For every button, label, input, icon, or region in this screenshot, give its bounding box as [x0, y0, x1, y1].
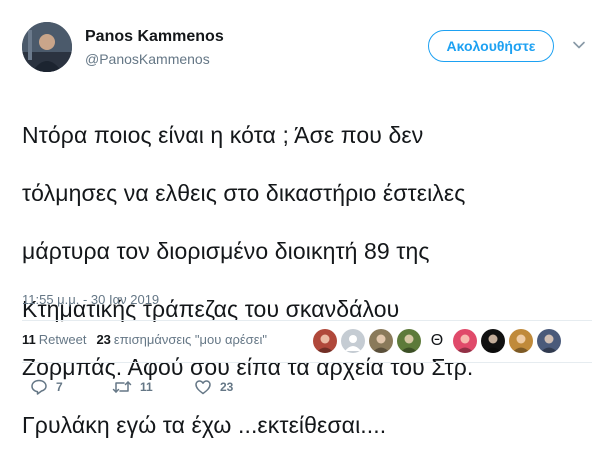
follow-button[interactable]: Ακολουθήστε	[428, 30, 554, 62]
liker-avatar[interactable]: Θ	[425, 329, 449, 353]
photo-avatar-icon	[316, 334, 334, 353]
reply-button[interactable]: 7	[30, 378, 112, 396]
liker-avatar[interactable]	[369, 329, 393, 353]
tweet-actions: 7 11 23	[30, 378, 276, 396]
retweet-icon	[112, 381, 132, 393]
likes-stat[interactable]: 23 επισημάνσεις "μου αρέσει"	[96, 332, 267, 347]
photo-avatar-icon	[400, 334, 418, 353]
likers-avatars: Θ	[313, 329, 561, 353]
more-options-caret[interactable]	[568, 34, 590, 56]
photo-avatar-icon	[512, 334, 530, 353]
retweet-stat-count: 11	[22, 332, 36, 347]
likes-stat-label: επισημάνσεις "μου αρέσει"	[113, 332, 268, 347]
tweet-timestamp[interactable]: 11:55 μ.μ. - 30 Ιαν 2019	[22, 292, 159, 307]
author-name[interactable]: Panos Kammenos	[85, 28, 224, 46]
photo-avatar-icon	[372, 334, 390, 353]
retweet-count: 11	[140, 380, 153, 394]
tweet-line: Ντόρα ποιος είναι η κότα ; Άσε που δεν	[22, 122, 424, 148]
retweet-button[interactable]: 11	[112, 378, 194, 396]
theta-glyph: Θ	[430, 332, 444, 349]
liker-avatar[interactable]	[481, 329, 505, 353]
liker-avatar[interactable]	[509, 329, 533, 353]
photo-avatar-icon	[456, 334, 474, 353]
like-button[interactable]: 23	[194, 378, 276, 396]
follow-button-label: Ακολουθήστε	[446, 38, 536, 54]
retweet-stat[interactable]: 11 Retweet	[22, 332, 86, 347]
divider	[22, 362, 592, 363]
reply-icon	[31, 379, 47, 395]
liker-avatar[interactable]	[537, 329, 561, 353]
author-avatar[interactable]	[22, 22, 72, 72]
like-count: 23	[220, 380, 234, 394]
tweet-line: τόλμησες να ελθεις στο δικαστήριο έστειλ…	[22, 180, 466, 206]
chevron-down-icon	[573, 41, 585, 49]
default-avatar-icon	[345, 335, 361, 351]
tweet-line: Γρυλάκη εγώ τα έχω ...εκτείθεσαι....	[22, 412, 387, 438]
tweet-line: μάρτυρα τον διορισμένο διοικητή 89 της	[22, 238, 430, 264]
likes-stat-count: 23	[96, 332, 111, 347]
tweet-text: Ντόρα ποιος είναι η κότα ; Άσε που δεν τ…	[22, 92, 602, 469]
divider	[22, 320, 592, 321]
heart-icon	[195, 380, 211, 395]
tweet-stats: 11 Retweet 23 επισημάνσεις "μου αρέσει"	[22, 332, 267, 347]
liker-avatar[interactable]	[397, 329, 421, 353]
photo-avatar-icon	[484, 334, 502, 353]
photo-avatar-icon	[540, 334, 558, 353]
liker-avatar[interactable]	[453, 329, 477, 353]
retweet-stat-label: Retweet	[38, 332, 87, 347]
author-handle[interactable]: @PanosKammenos	[85, 51, 210, 67]
liker-avatar[interactable]	[313, 329, 337, 353]
liker-avatar[interactable]	[341, 329, 365, 353]
reply-count: 7	[56, 380, 63, 394]
